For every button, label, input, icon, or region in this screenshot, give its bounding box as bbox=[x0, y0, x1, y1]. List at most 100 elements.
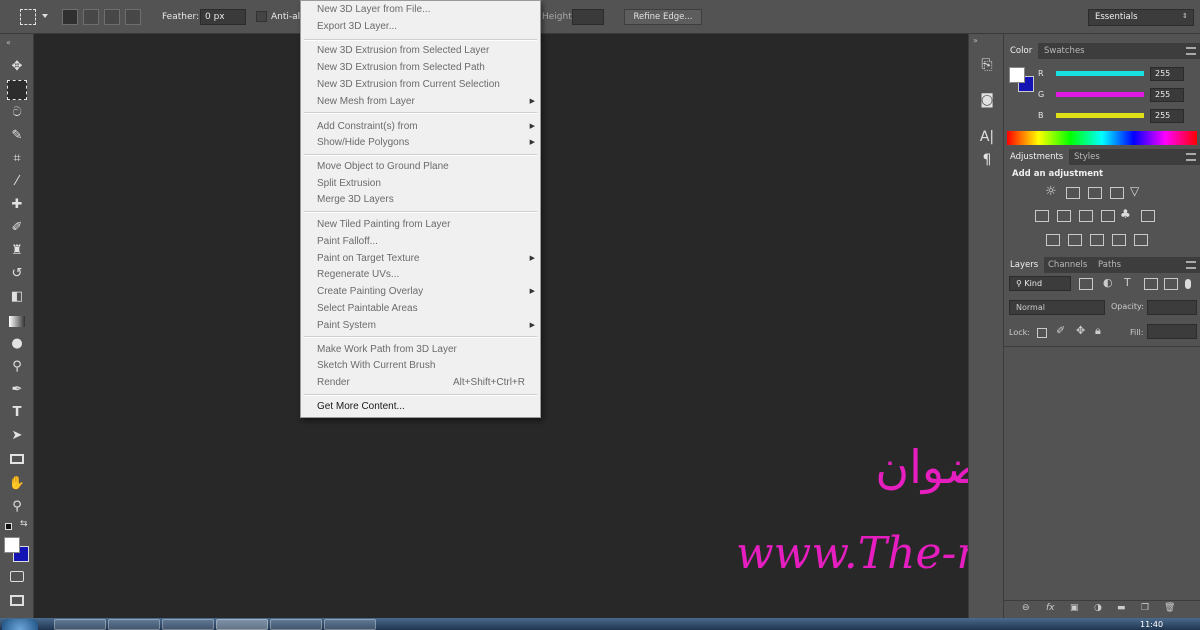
quick-mask-icon[interactable] bbox=[10, 571, 24, 582]
delete-layer-icon[interactable]: 🗑︎ bbox=[1164, 603, 1175, 613]
menu-item-sketch-with-current-brush[interactable]: Sketch With Current Brush bbox=[317, 358, 535, 374]
foreground-color-box[interactable] bbox=[1009, 67, 1025, 83]
type-tool-icon[interactable]: T bbox=[7, 403, 27, 423]
menu-item-get-more-content[interactable]: Get More Content... bbox=[317, 399, 535, 415]
menu-item-show-hide-polygons[interactable]: Show/Hide Polygons ▶ bbox=[317, 135, 535, 151]
menu-item-paint-on-target-texture[interactable]: Paint on Target Texture ▶ bbox=[317, 251, 535, 267]
tab-layers[interactable]: Layers bbox=[1004, 257, 1045, 273]
chevron-down-icon[interactable] bbox=[42, 14, 48, 18]
hand-tool-icon[interactable]: ✋ bbox=[7, 474, 27, 494]
quick-selection-tool-icon[interactable]: ✎ bbox=[7, 126, 27, 146]
path-selection-tool-icon[interactable]: ➤ bbox=[7, 426, 27, 446]
gradient-map-icon[interactable] bbox=[1134, 234, 1148, 246]
red-slider-bar[interactable] bbox=[1056, 71, 1144, 76]
menu-item-merge-3d-layers[interactable]: Merge 3D Layers bbox=[317, 192, 535, 208]
pen-tool-icon[interactable]: ✒ bbox=[7, 380, 27, 400]
new-selection-button[interactable] bbox=[62, 9, 78, 25]
menu-item-paint-system[interactable]: Paint System ▶ bbox=[317, 318, 535, 334]
brush-tool-icon[interactable]: ✐ bbox=[7, 218, 27, 238]
exposure-icon[interactable] bbox=[1110, 187, 1124, 199]
gradient-tool-icon[interactable] bbox=[7, 312, 27, 332]
tab-channels[interactable]: Channels bbox=[1042, 257, 1093, 273]
panel-menu-icon[interactable] bbox=[1186, 47, 1196, 55]
history-brush-tool-icon[interactable]: ↺ bbox=[7, 264, 27, 284]
anti-alias-checkbox[interactable] bbox=[256, 11, 267, 22]
screen-mode-icon[interactable] bbox=[10, 595, 24, 606]
foreground-color-swatch[interactable] bbox=[4, 537, 20, 553]
threshold-icon[interactable] bbox=[1090, 234, 1104, 246]
add-mask-icon[interactable]: ▣ bbox=[1070, 603, 1079, 613]
filter-toggle-icon[interactable] bbox=[1185, 279, 1191, 289]
taskbar-app-skype[interactable] bbox=[54, 619, 106, 630]
channel-mixer-icon[interactable]: ♣ bbox=[1120, 207, 1131, 221]
lasso-tool-icon[interactable]: ට bbox=[7, 103, 27, 123]
filter-smart-object-icon[interactable] bbox=[1164, 278, 1178, 290]
subtract-from-selection-button[interactable] bbox=[104, 9, 120, 25]
tab-adjustments[interactable]: Adjustments bbox=[1004, 149, 1070, 165]
lock-all-icon[interactable]: 🔒︎ bbox=[1095, 324, 1101, 338]
menu-item-select-paintable-areas[interactable]: Select Paintable Areas bbox=[317, 301, 535, 317]
eyedropper-tool-icon[interactable]: ⁄ bbox=[7, 172, 27, 192]
levels-icon[interactable] bbox=[1066, 187, 1080, 199]
tab-color[interactable]: Color bbox=[1004, 43, 1039, 59]
healing-brush-tool-icon[interactable]: ✚ bbox=[7, 195, 27, 215]
menu-item-split-extrusion[interactable]: Split Extrusion bbox=[317, 176, 535, 192]
blue-slider[interactable]: B 255 bbox=[1038, 109, 1198, 124]
height-input[interactable] bbox=[572, 9, 604, 25]
menu-item-make-work-path[interactable]: Make Work Path from 3D Layer bbox=[317, 342, 535, 358]
taskbar-app-chrome[interactable] bbox=[270, 619, 322, 630]
crop-tool-icon[interactable]: ⌗ bbox=[7, 149, 27, 169]
zoom-tool-icon[interactable]: ⚲ bbox=[7, 497, 27, 517]
filter-type-icon[interactable]: T bbox=[1124, 276, 1131, 289]
menu-item-new-tiled-painting[interactable]: New Tiled Painting from Layer bbox=[317, 217, 535, 233]
dodge-tool-icon[interactable]: ⚲ bbox=[7, 357, 27, 377]
menu-item-extrusion-selected-layer[interactable]: New 3D Extrusion from Selected Layer bbox=[317, 43, 535, 59]
panel-menu-icon[interactable] bbox=[1186, 261, 1196, 269]
posterize-icon[interactable] bbox=[1068, 234, 1082, 246]
paragraph-panel-icon[interactable]: ¶ bbox=[976, 150, 998, 170]
brightness-icon[interactable]: ☼ bbox=[1045, 184, 1057, 199]
panel-menu-icon[interactable] bbox=[1186, 153, 1196, 161]
layer-kind-filter[interactable]: ⚲ Kind bbox=[1009, 276, 1071, 291]
photo-filter-icon[interactable] bbox=[1101, 210, 1115, 222]
dock-collapse-icon[interactable]: » bbox=[973, 36, 978, 45]
filter-adjustment-icon[interactable]: ◐ bbox=[1103, 276, 1113, 289]
menu-item-render[interactable]: Render Alt+Shift+Ctrl+R bbox=[317, 375, 535, 391]
blur-tool-icon[interactable]: ● bbox=[7, 334, 27, 354]
menu-item-extrusion-selected-path[interactable]: New 3D Extrusion from Selected Path bbox=[317, 60, 535, 76]
refine-edge-button[interactable]: Refine Edge... bbox=[624, 9, 702, 25]
history-panel-icon[interactable]: ⎘ bbox=[976, 55, 998, 75]
filter-shape-icon[interactable] bbox=[1144, 278, 1158, 290]
add-to-selection-button[interactable] bbox=[83, 9, 99, 25]
invert-icon[interactable] bbox=[1046, 234, 1060, 246]
red-value[interactable]: 255 bbox=[1150, 67, 1184, 81]
feather-input[interactable]: 0 px bbox=[200, 9, 246, 25]
menu-item-paint-falloff[interactable]: Paint Falloff... bbox=[317, 234, 535, 250]
move-tool-icon[interactable]: ✥ bbox=[7, 57, 27, 77]
default-colors-icon[interactable] bbox=[5, 523, 12, 530]
lock-image-icon[interactable]: ✐ bbox=[1056, 324, 1065, 337]
rectangle-tool-icon[interactable] bbox=[7, 449, 27, 469]
new-adjustment-layer-icon[interactable]: ◑ bbox=[1094, 603, 1102, 613]
color-spectrum-ramp[interactable] bbox=[1007, 131, 1197, 145]
color-balance-icon[interactable] bbox=[1057, 210, 1071, 222]
tab-paths[interactable]: Paths bbox=[1092, 257, 1127, 273]
new-group-icon[interactable]: ▬ bbox=[1117, 603, 1126, 613]
menu-item-regenerate-uvs[interactable]: Regenerate UVs... bbox=[317, 267, 535, 283]
marquee-preset-icon[interactable] bbox=[20, 9, 36, 25]
lock-position-icon[interactable]: ✥ bbox=[1076, 324, 1085, 337]
opacity-input[interactable] bbox=[1147, 300, 1197, 315]
layers-list[interactable] bbox=[1004, 346, 1200, 598]
taskbar-app-opera[interactable] bbox=[162, 619, 214, 630]
intersect-selection-button[interactable] bbox=[125, 9, 141, 25]
character-panel-icon[interactable]: A| bbox=[976, 127, 998, 147]
eraser-tool-icon[interactable]: ◧ bbox=[7, 287, 27, 307]
fill-input[interactable] bbox=[1147, 324, 1197, 339]
menu-item-move-object-to-ground-plane[interactable]: Move Object to Ground Plane bbox=[317, 159, 535, 175]
selective-color-icon[interactable] bbox=[1112, 234, 1126, 246]
menu-item-new-3d-layer-from-file[interactable]: New 3D Layer from File... bbox=[317, 2, 535, 18]
tab-styles[interactable]: Styles bbox=[1068, 149, 1106, 165]
blue-slider-bar[interactable] bbox=[1056, 113, 1144, 118]
start-button[interactable] bbox=[2, 619, 38, 630]
toolbar-collapse-icon[interactable]: « bbox=[6, 38, 11, 47]
